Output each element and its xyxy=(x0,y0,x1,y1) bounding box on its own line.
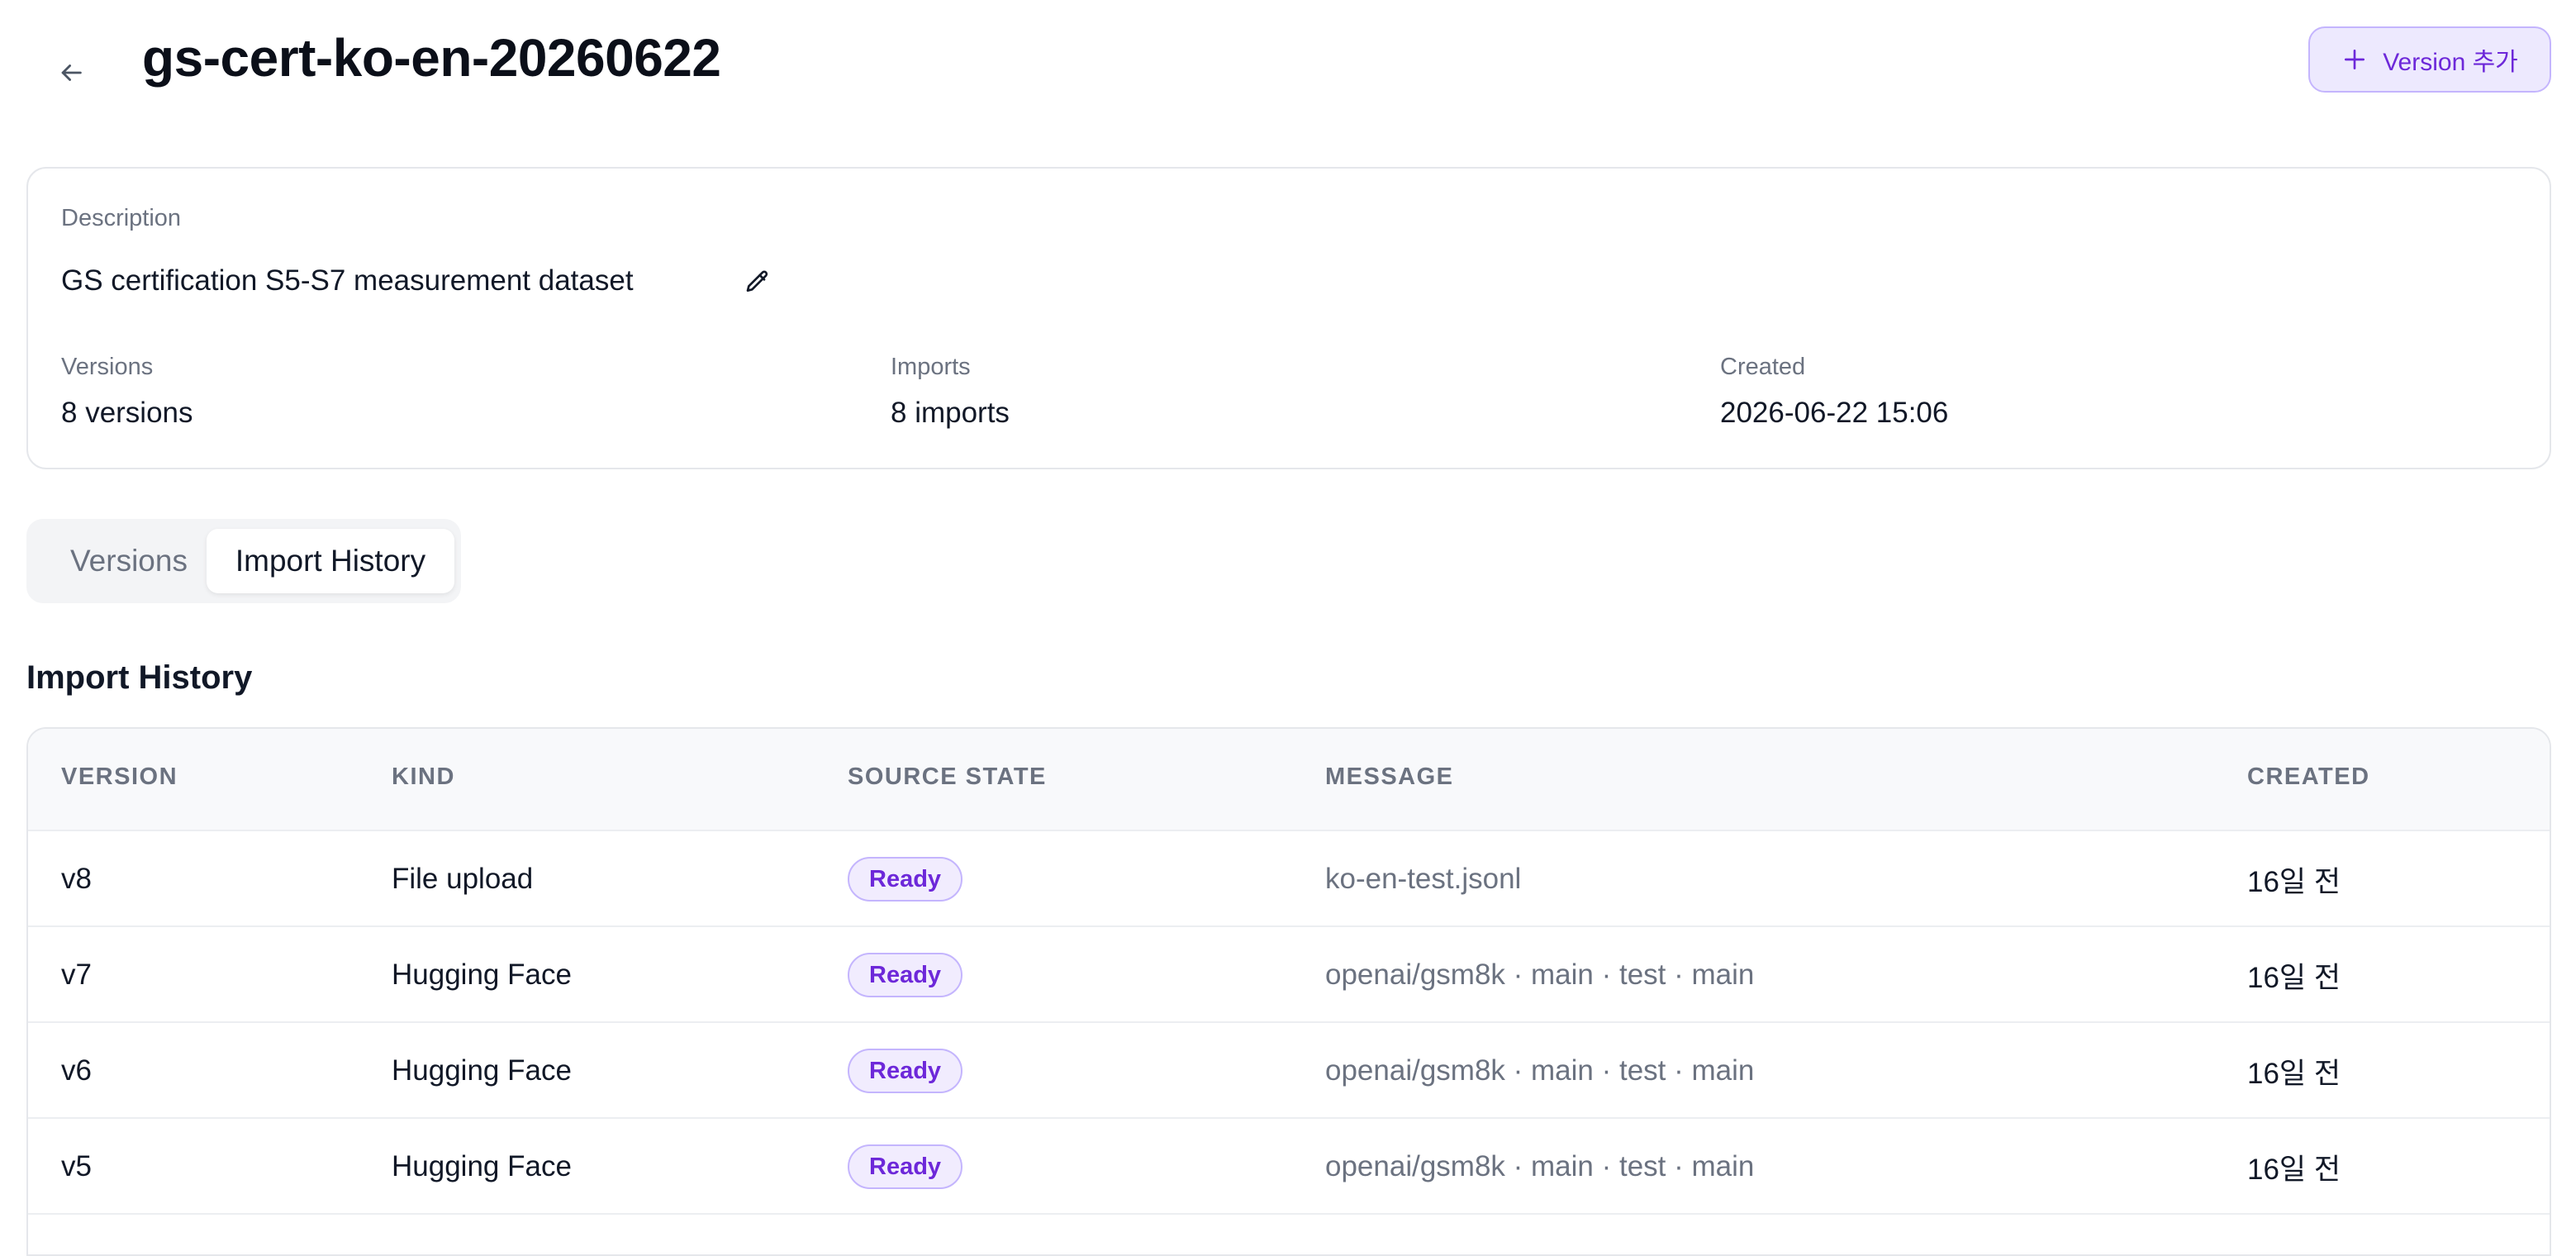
row-kind: Hugging Face xyxy=(392,1054,572,1087)
table-row[interactable]: v7 Hugging Face Ready openai/gsm8k · mai… xyxy=(28,925,2550,1021)
page-title: gs-cert-ko-en-20260622 xyxy=(142,28,721,88)
row-message: openai/gsm8k · main · test · main xyxy=(1325,1150,1755,1182)
row-message: openai/gsm8k · main · test · main xyxy=(1325,959,1755,991)
tab-bar: Versions Import History xyxy=(26,519,461,603)
row-kind: Hugging Face xyxy=(392,959,572,991)
table-row[interactable]: v8 File upload Ready ko-en-test.jsonl 16… xyxy=(28,830,2550,925)
row-version: v7 xyxy=(61,959,92,991)
dataset-info-card: Description GS certification S5-S7 measu… xyxy=(26,167,2551,469)
back-button[interactable] xyxy=(46,48,96,98)
row-message: openai/gsm8k · main · test · main xyxy=(1325,1054,1755,1087)
row-created: 16일 전 xyxy=(2247,1153,2341,1186)
tab-import-history[interactable]: Import History xyxy=(207,529,454,593)
section-title: Import History xyxy=(26,659,253,696)
column-header-source-state: SOURCE STATE xyxy=(848,764,1047,790)
status-badge: Ready xyxy=(848,1144,963,1189)
table-row-partial[interactable] xyxy=(28,1213,2550,1254)
table-row[interactable]: v5 Hugging Face Ready openai/gsm8k · mai… xyxy=(28,1117,2550,1213)
add-version-label: Version 추가 xyxy=(2383,49,2518,76)
row-version: v5 xyxy=(61,1150,92,1182)
status-badge: Ready xyxy=(848,1049,963,1093)
row-version: v6 xyxy=(61,1054,92,1087)
row-kind: Hugging Face xyxy=(392,1150,572,1182)
row-message: ko-en-test.jsonl xyxy=(1325,863,1522,895)
created-label: Created xyxy=(1720,354,1806,380)
row-kind: File upload xyxy=(392,863,534,895)
description-value: GS certification S5-S7 measurement datas… xyxy=(61,264,634,297)
imports-count: 8 imports xyxy=(891,397,1010,429)
import-history-table: VERSION KIND SOURCE STATE MESSAGE CREATE… xyxy=(26,727,2551,1256)
row-created: 16일 전 xyxy=(2247,865,2341,898)
description-label: Description xyxy=(61,205,182,231)
table-row[interactable]: v6 Hugging Face Ready openai/gsm8k · mai… xyxy=(28,1021,2550,1117)
column-header-message: MESSAGE xyxy=(1325,764,1454,790)
row-version: v8 xyxy=(61,863,92,895)
row-created: 16일 전 xyxy=(2247,961,2341,994)
versions-label: Versions xyxy=(61,354,154,380)
arrow-left-icon xyxy=(61,64,82,81)
edit-description-button[interactable] xyxy=(739,263,777,301)
table-header: VERSION KIND SOURCE STATE MESSAGE CREATE… xyxy=(28,729,2550,830)
tab-versions[interactable]: Versions xyxy=(36,529,221,593)
column-header-created: CREATED xyxy=(2247,764,2370,790)
status-badge: Ready xyxy=(848,953,963,997)
status-badge: Ready xyxy=(848,857,963,902)
imports-label: Imports xyxy=(891,354,971,380)
plus-icon xyxy=(2345,50,2365,69)
pencil-icon xyxy=(746,270,768,292)
add-version-button[interactable]: Version 추가 xyxy=(2308,26,2551,93)
row-created: 16일 전 xyxy=(2247,1057,2341,1090)
column-header-version: VERSION xyxy=(61,764,178,790)
created-value: 2026-06-22 15:06 xyxy=(1720,397,1949,429)
column-header-kind: KIND xyxy=(392,764,455,790)
versions-count: 8 versions xyxy=(61,397,193,429)
